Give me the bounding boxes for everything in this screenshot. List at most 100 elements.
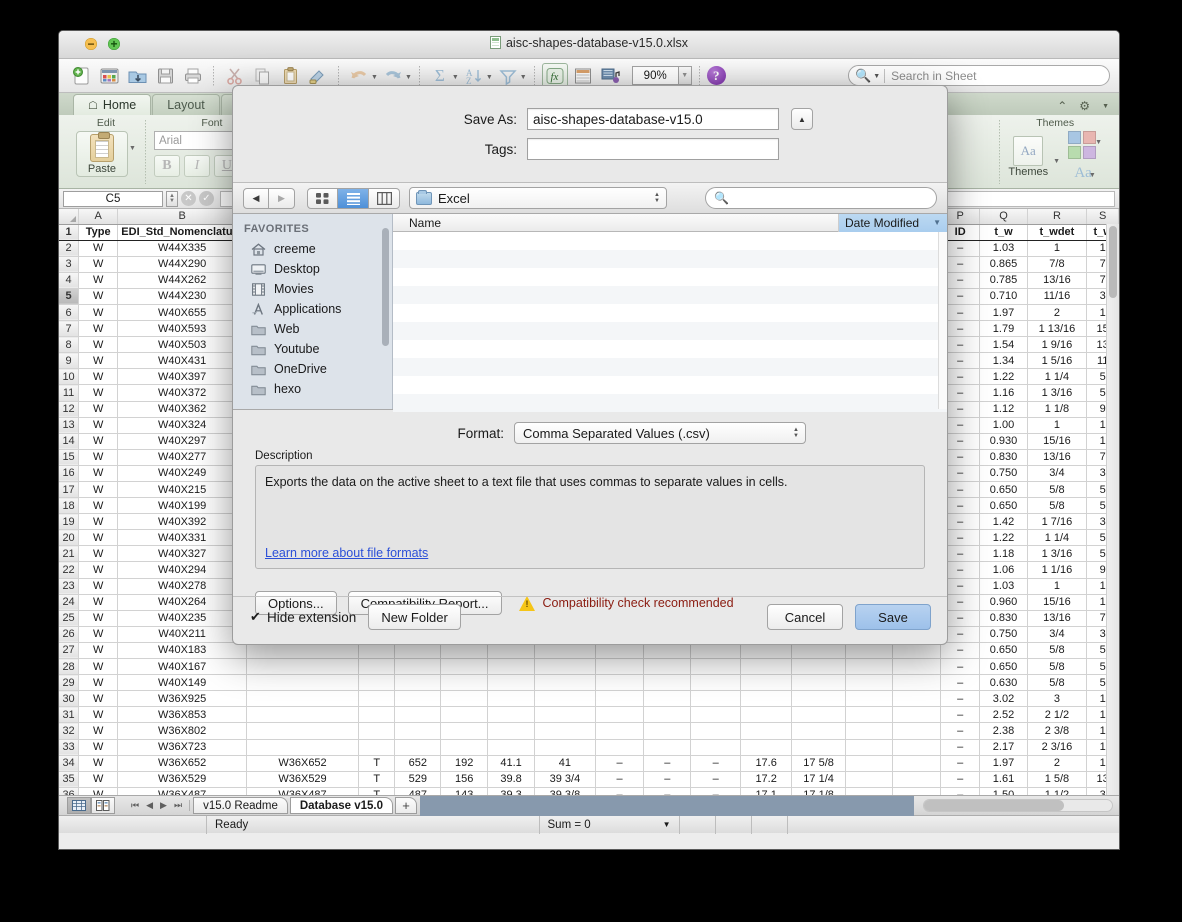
hide-extension-checkbox[interactable]: ✔ Hide extension <box>249 609 356 625</box>
cell[interactable]: W <box>78 739 119 756</box>
name-box[interactable]: C5 <box>63 190 163 207</box>
cell[interactable]: W40X278 <box>117 578 247 595</box>
cell[interactable] <box>892 722 941 740</box>
cell[interactable]: 5/8 <box>1027 642 1088 660</box>
cell[interactable]: W <box>78 529 119 547</box>
add-sheet-button[interactable]: + <box>394 797 417 814</box>
row-header-27[interactable]: 27 <box>59 642 80 660</box>
cell[interactable]: 0.865 <box>979 256 1028 273</box>
status-sum-dropdown-icon[interactable]: ▼ <box>663 820 671 829</box>
table-row[interactable]: 29 W W40X149–0.630 5/8 5 <box>59 674 1119 692</box>
cell[interactable]: 17.2 <box>740 771 793 788</box>
cell[interactable]: W <box>78 513 119 531</box>
cell[interactable]: W <box>78 755 119 772</box>
cell[interactable] <box>791 722 846 740</box>
row-header-9[interactable]: 9 <box>59 352 80 370</box>
cell[interactable]: W44X335 <box>117 240 247 257</box>
cell[interactable] <box>690 674 742 692</box>
cell[interactable]: – <box>690 771 742 788</box>
cell[interactable] <box>358 690 396 708</box>
cell[interactable]: 2.52 <box>979 706 1028 724</box>
table-row[interactable]: 35 W W36X529 W36X529 T 529 156 39.8 39 3/4– – –17.… <box>59 771 1119 788</box>
cell[interactable]: 3/4 <box>1027 626 1088 643</box>
cell[interactable]: 2 1/2 <box>1027 706 1088 724</box>
open-template-icon[interactable] <box>96 63 122 89</box>
cell[interactable]: 15/16 <box>1027 433 1088 450</box>
cell[interactable] <box>595 690 645 708</box>
cell[interactable]: W44X230 <box>117 288 247 305</box>
row-header-5[interactable]: 5 <box>59 288 80 305</box>
cell[interactable]: W36X487 <box>117 787 247 795</box>
cell[interactable] <box>845 658 894 676</box>
row-header-10[interactable]: 10 <box>59 368 80 386</box>
cell[interactable]: 39 3/8 <box>534 787 596 795</box>
column-header-S[interactable]: S <box>1086 209 1119 225</box>
themes-icon[interactable]: Aa <box>1013 135 1044 166</box>
cell[interactable] <box>534 658 596 676</box>
cell[interactable]: 1 <box>1027 417 1088 434</box>
cell[interactable] <box>440 706 489 724</box>
undo-dropdown-icon[interactable]: ▼ <box>371 74 378 81</box>
cell[interactable] <box>690 722 742 740</box>
expand-dialog-button[interactable]: ▲ <box>791 108 813 130</box>
cell[interactable]: W <box>78 465 119 483</box>
cell[interactable]: 1 <box>1027 578 1088 595</box>
cell[interactable]: 192 <box>440 755 489 772</box>
cell[interactable]: W <box>78 368 119 386</box>
cell[interactable] <box>740 706 793 724</box>
cell[interactable]: W <box>78 561 119 579</box>
cell[interactable]: 17 1/4 <box>791 771 846 788</box>
cell[interactable]: W36X853 <box>117 706 247 724</box>
cell[interactable]: 5/8 <box>1027 497 1088 515</box>
vertical-scrollbar[interactable] <box>1106 224 1119 795</box>
print-icon[interactable] <box>180 63 206 89</box>
cell[interactable] <box>892 771 941 788</box>
cell[interactable]: 529 <box>394 771 442 788</box>
normal-view-icon[interactable] <box>67 797 91 814</box>
sidebar-item-applications[interactable]: Applications <box>233 299 392 319</box>
cell[interactable]: W36X529 <box>117 771 247 788</box>
paste-dropdown-icon[interactable]: ▼ <box>129 145 136 152</box>
cell[interactable] <box>358 722 396 740</box>
cell[interactable]: 1.34 <box>979 352 1028 370</box>
themes-dropdown-icon[interactable]: ▼ <box>1053 158 1060 165</box>
cell[interactable] <box>595 722 645 740</box>
cell[interactable]: 1.22 <box>979 529 1028 547</box>
cell[interactable]: W <box>78 384 119 402</box>
help-icon[interactable]: ? <box>706 66 726 85</box>
cell[interactable]: 1 3/16 <box>1027 384 1088 402</box>
cell[interactable]: 156 <box>440 771 489 788</box>
cell[interactable] <box>892 690 941 708</box>
cell[interactable] <box>643 706 692 724</box>
file-list-row[interactable] <box>393 304 947 322</box>
table-row[interactable]: 32 W W36X802–2.38 2 3/8 1 <box>59 722 1119 740</box>
cell[interactable]: – <box>643 771 692 788</box>
cell[interactable]: 0.650 <box>979 658 1028 676</box>
cell[interactable]: 3.02 <box>979 690 1028 708</box>
cell[interactable]: 15/16 <box>1027 594 1088 611</box>
new-folder-button[interactable]: New Folder <box>368 604 461 630</box>
cell[interactable] <box>246 739 360 756</box>
prev-sheet-icon[interactable]: ◀ <box>146 800 153 811</box>
row-header-35[interactable]: 35 <box>59 771 80 788</box>
cancel-edit-icon[interactable]: ✕ <box>181 191 196 206</box>
cell[interactable] <box>845 690 894 708</box>
row-header-11[interactable]: 11 <box>59 384 80 402</box>
cell[interactable]: W <box>78 449 119 466</box>
row-header-7[interactable]: 7 <box>59 320 80 338</box>
filter-dropdown-icon[interactable]: ▼ <box>520 74 527 81</box>
row-header-25[interactable]: 25 <box>59 610 80 627</box>
cell[interactable]: – <box>595 755 645 772</box>
column-view-button[interactable] <box>369 187 400 209</box>
tab-home[interactable]: ☖ Home <box>73 94 152 115</box>
row-header-28[interactable]: 28 <box>59 658 80 676</box>
row-header-17[interactable]: 17 <box>59 481 80 499</box>
save-button[interactable]: Save <box>855 604 931 630</box>
first-sheet-icon[interactable]: ⏮ <box>131 800 139 811</box>
gear-dropdown-icon[interactable]: ▼ <box>1102 103 1109 110</box>
cell[interactable] <box>690 690 742 708</box>
cell[interactable] <box>534 722 596 740</box>
cell[interactable]: W40X215 <box>117 481 247 499</box>
row-header-15[interactable]: 15 <box>59 449 80 466</box>
cell[interactable]: 1.16 <box>979 384 1028 402</box>
